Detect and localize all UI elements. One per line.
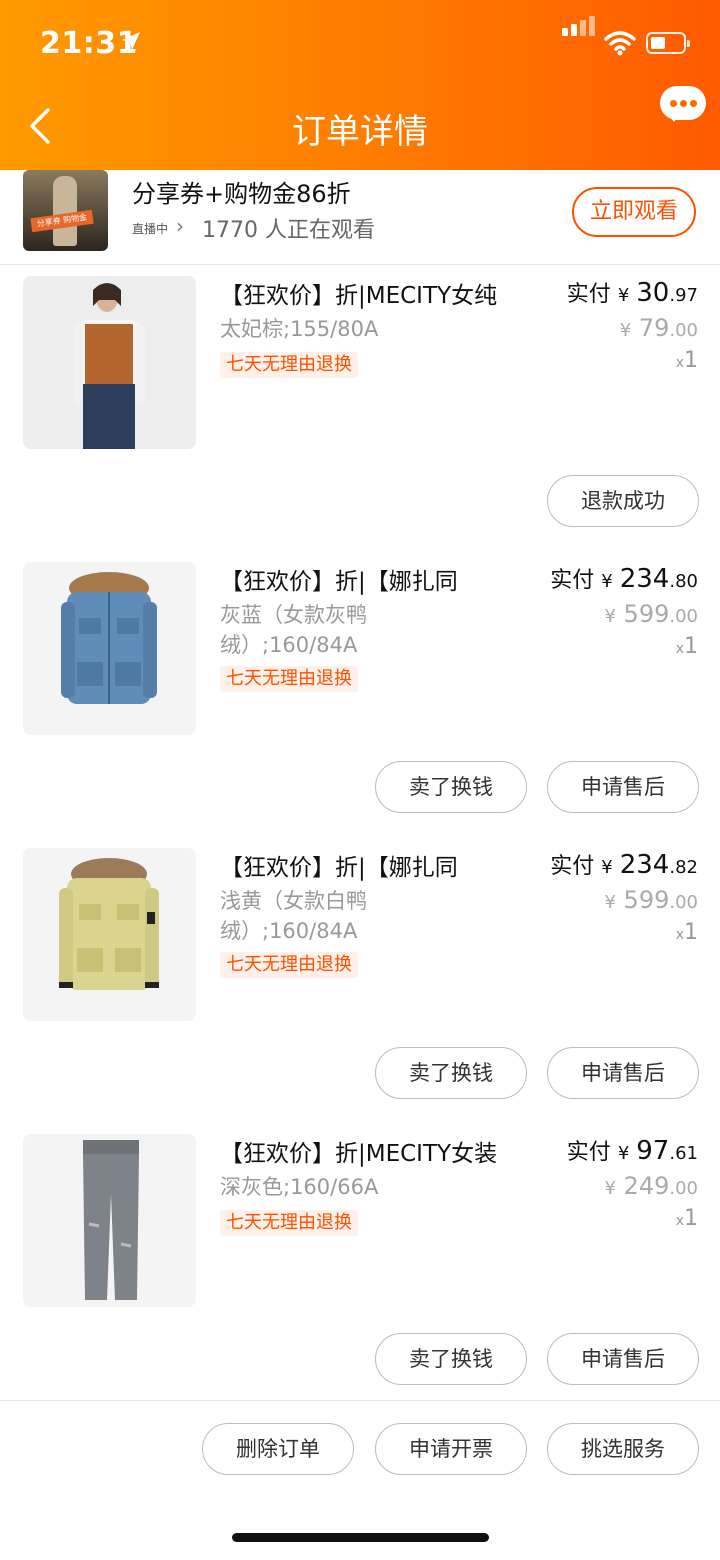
paid-int: 30 (636, 278, 670, 308)
return-policy-badge: 七天无理由退换 (220, 1210, 358, 1236)
product-sku: 太妃棕;155/80A (220, 317, 379, 341)
currency-symbol: ¥ (604, 892, 616, 913)
live-stream-banner[interactable]: 分享券 购物金 分享券+购物金86折 直播中 › 1770 人正在观看 立即观看 (0, 170, 720, 265)
orig-dec: .00 (669, 606, 698, 627)
product-image[interactable] (23, 1134, 196, 1307)
product-sku: 浅黄（女款白鸭绒）;160/84A (220, 889, 367, 943)
orig-dec: .00 (669, 892, 698, 913)
quantity: x1 (676, 348, 698, 373)
product-title[interactable]: 【狂欢价】折|【娜扎同 (220, 562, 540, 596)
live-thumbnail[interactable]: 分享券 购物金 (23, 170, 108, 251)
orig-int: 79 (638, 314, 670, 342)
message-icon[interactable] (660, 86, 706, 126)
paid-int: 97 (636, 1136, 670, 1166)
header: 21:31 订单详情 (0, 0, 720, 170)
product-sku: 灰蓝（女款灰鸭绒）;160/84A (220, 603, 367, 657)
qty-value: 1 (684, 634, 698, 659)
original-price: ¥ 599.00 (604, 886, 698, 914)
quantity: x1 (676, 920, 698, 945)
paid-dec: .82 (669, 857, 698, 878)
product-sku: 深灰色;160/66A (220, 1175, 379, 1199)
qty-prefix: x (675, 641, 684, 657)
paid-dec: .97 (669, 285, 698, 306)
currency-symbol: ¥ (601, 857, 613, 878)
live-viewer-count: 1770 人正在观看 (202, 218, 375, 243)
location-arrow-icon (122, 32, 140, 50)
after-sales-button[interactable]: 申请售后 (547, 1333, 699, 1385)
request-invoice-button[interactable]: 申请开票 (375, 1423, 527, 1475)
qty-value: 1 (684, 1206, 698, 1231)
return-policy-badge: 七天无理由退换 (220, 952, 358, 978)
original-price: ¥ 249.00 (604, 1172, 698, 1200)
paid-price: 实付 ¥ 30.97 (567, 276, 698, 308)
battery-icon (646, 32, 690, 54)
original-price: ¥ 79.00 (620, 314, 698, 342)
original-price: ¥ 599.00 (604, 600, 698, 628)
paid-dec: .61 (669, 1143, 698, 1164)
sell-for-cash-button[interactable]: 卖了换钱 (375, 1333, 527, 1385)
currency-symbol: ¥ (601, 571, 613, 592)
paid-price: 实付 ¥ 234.82 (550, 848, 698, 880)
paid-price: 实付 ¥ 234.80 (550, 562, 698, 594)
live-badge: 直播中 (132, 222, 169, 236)
wifi-icon (604, 31, 636, 56)
product-title[interactable]: 【狂欢价】折|MECITY女装 (220, 1134, 540, 1168)
qty-prefix: x (675, 1213, 684, 1229)
qty-value: 1 (684, 920, 698, 945)
after-sales-button[interactable]: 申请售后 (547, 1047, 699, 1099)
paid-label: 实付 (566, 1140, 611, 1165)
return-policy-badge: 七天无理由退换 (220, 666, 358, 692)
paid-int: 234 (619, 564, 670, 594)
home-indicator[interactable] (232, 1533, 489, 1542)
quantity: x1 (676, 634, 698, 659)
product-image[interactable] (23, 562, 196, 735)
delete-order-button[interactable]: 删除订单 (202, 1423, 354, 1475)
paid-int: 234 (619, 850, 670, 880)
currency-symbol: ¥ (617, 285, 630, 306)
refund-success-button[interactable]: 退款成功 (547, 475, 699, 527)
paid-label: 实付 (566, 282, 611, 307)
qty-prefix: x (675, 927, 684, 943)
paid-price: 实付 ¥ 97.61 (567, 1134, 698, 1166)
sell-for-cash-button[interactable]: 卖了换钱 (375, 1047, 527, 1099)
paid-label: 实付 (550, 854, 595, 879)
orig-int: 249 (623, 1172, 670, 1200)
paid-dec: .80 (669, 571, 698, 592)
product-image[interactable] (23, 276, 196, 449)
choose-service-button[interactable]: 挑选服务 (547, 1423, 699, 1475)
chevron-right-icon: › (176, 214, 184, 238)
currency-symbol: ¥ (604, 606, 616, 627)
sell-for-cash-button[interactable]: 卖了换钱 (375, 761, 527, 813)
currency-symbol: ¥ (617, 1143, 630, 1164)
orig-int: 599 (623, 886, 670, 914)
watch-now-button[interactable]: 立即观看 (572, 187, 696, 237)
qty-value: 1 (684, 348, 698, 373)
product-title[interactable]: 【狂欢价】折|MECITY女纯 (220, 276, 540, 310)
return-policy-badge: 七天无理由退换 (220, 352, 358, 378)
currency-symbol: ¥ (604, 1178, 616, 1199)
orig-dec: .00 (669, 320, 698, 341)
after-sales-button[interactable]: 申请售后 (547, 761, 699, 813)
product-image[interactable] (23, 848, 196, 1021)
currency-symbol: ¥ (619, 320, 632, 341)
live-title: 分享券+购物金86折 (132, 180, 351, 208)
qty-prefix: x (675, 355, 684, 371)
paid-label: 实付 (550, 568, 595, 593)
orig-int: 599 (623, 600, 670, 628)
orig-dec: .00 (669, 1178, 698, 1199)
quantity: x1 (676, 1206, 698, 1231)
page-title: 订单详情 (292, 112, 428, 152)
product-title[interactable]: 【狂欢价】折|【娜扎同 (220, 848, 540, 882)
